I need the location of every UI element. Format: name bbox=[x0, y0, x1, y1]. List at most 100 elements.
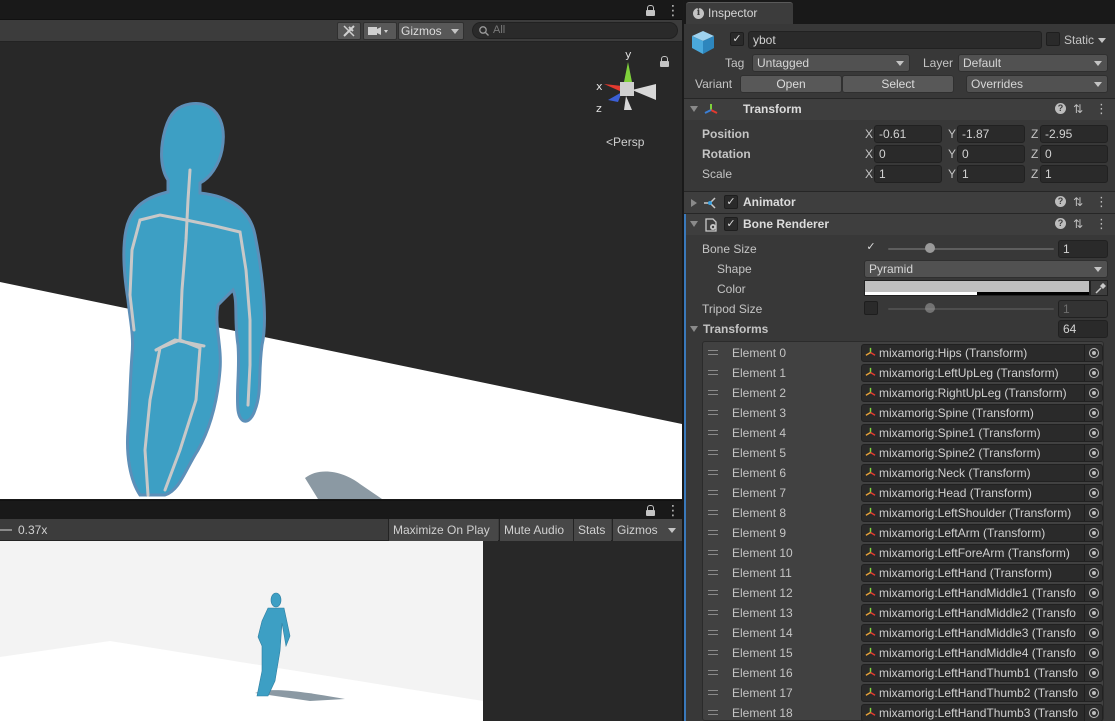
scene-canvas[interactable] bbox=[0, 42, 682, 499]
rotation-z-field[interactable]: 0 bbox=[1040, 145, 1108, 163]
scene-view[interactable]: Gizmos All bbox=[0, 0, 682, 499]
drag-handle-icon[interactable] bbox=[708, 410, 718, 415]
static-dropdown-caret[interactable] bbox=[1098, 38, 1106, 43]
object-picker-icon[interactable] bbox=[1084, 625, 1102, 641]
object-picker-icon[interactable] bbox=[1084, 585, 1102, 601]
object-field[interactable]: mixamorig:LeftUpLeg (Transform) bbox=[861, 364, 1103, 382]
drag-handle-icon[interactable] bbox=[708, 530, 718, 535]
list-item[interactable]: Element 10 mixamorig:LeftForeArm (Transfo… bbox=[703, 543, 1103, 563]
tripod-checkbox[interactable] bbox=[864, 301, 878, 315]
object-field[interactable]: mixamorig:Neck (Transform) bbox=[861, 464, 1103, 482]
position-y-field[interactable]: -1.87 bbox=[957, 125, 1025, 143]
drag-handle-icon[interactable] bbox=[708, 610, 718, 615]
object-field[interactable]: mixamorig:LeftForeArm (Transform) bbox=[861, 544, 1103, 562]
object-picker-icon[interactable] bbox=[1084, 445, 1102, 461]
overrides-dropdown[interactable]: Overrides bbox=[966, 75, 1108, 93]
tools-button[interactable] bbox=[337, 22, 361, 40]
list-item[interactable]: Element 18 mixamorig:LeftHandThumb3 (Tran… bbox=[703, 703, 1103, 721]
object-field[interactable]: mixamorig:LeftHandMiddle2 (Transfo bbox=[861, 604, 1103, 622]
object-name-field[interactable]: ybot bbox=[748, 31, 1042, 49]
position-z-axis[interactable]: Z bbox=[1031, 127, 1038, 141]
object-field[interactable]: mixamorig:LeftHandThumb3 (Transfo bbox=[861, 704, 1103, 721]
kebab-menu-icon[interactable]: ⋮ bbox=[1095, 101, 1108, 117]
game-view[interactable]: 0.37x Maximize On Play Mute Audio Stats … bbox=[0, 500, 682, 721]
object-field[interactable]: mixamorig:Head (Transform) bbox=[861, 484, 1103, 502]
object-field[interactable]: mixamorig:LeftArm (Transform) bbox=[861, 524, 1103, 542]
object-picker-icon[interactable] bbox=[1084, 605, 1102, 621]
drag-handle-icon[interactable] bbox=[708, 550, 718, 555]
object-field[interactable]: mixamorig:LeftHandMiddle1 (Transfo bbox=[861, 584, 1103, 602]
help-icon[interactable]: ? bbox=[1055, 103, 1066, 114]
list-item[interactable]: Element 15 mixamorig:LeftHandMiddle4 (Tra… bbox=[703, 643, 1103, 663]
object-picker-icon[interactable] bbox=[1084, 665, 1102, 681]
presets-icon[interactable]: ⇅ bbox=[1073, 195, 1083, 209]
gizmos-button[interactable]: Gizmos bbox=[398, 22, 464, 40]
list-item[interactable]: Element 2 mixamorig:RightUpLeg (Transform… bbox=[703, 383, 1103, 403]
foldout-closed-icon[interactable] bbox=[691, 199, 697, 207]
maximize-on-play-button[interactable]: Maximize On Play bbox=[388, 519, 498, 541]
lock-icon[interactable] bbox=[646, 5, 655, 16]
object-picker-icon[interactable] bbox=[1084, 345, 1102, 361]
object-picker-icon[interactable] bbox=[1084, 685, 1102, 701]
select-prefab-button[interactable]: Select bbox=[842, 75, 954, 93]
rotation-x-axis[interactable]: X bbox=[865, 147, 873, 161]
list-item[interactable]: Element 0 mixamorig:Hips (Transform) bbox=[703, 343, 1103, 363]
tripod-size-slider[interactable] bbox=[888, 308, 1054, 310]
bone-size-slider-knob[interactable] bbox=[924, 243, 935, 253]
eyedropper-button[interactable] bbox=[1090, 280, 1108, 296]
drag-handle-icon[interactable] bbox=[708, 470, 718, 475]
drag-handle-icon[interactable] bbox=[708, 710, 718, 715]
scale-y-field[interactable]: 1 bbox=[957, 165, 1025, 183]
rotation-z-axis[interactable]: Z bbox=[1031, 147, 1038, 161]
gizmo-lock-icon[interactable] bbox=[660, 56, 669, 67]
help-icon[interactable]: ? bbox=[1055, 218, 1066, 229]
transforms-label[interactable]: Transforms bbox=[703, 322, 768, 336]
object-picker-icon[interactable] bbox=[1084, 645, 1102, 661]
animator-enabled-checkbox[interactable]: ✓ bbox=[724, 195, 738, 209]
tripod-size-field[interactable]: 1 bbox=[1058, 300, 1108, 318]
position-x-axis[interactable]: X bbox=[865, 127, 873, 141]
layer-dropdown[interactable]: Default bbox=[958, 54, 1108, 72]
rotation-y-axis[interactable]: Y bbox=[948, 147, 956, 161]
drag-handle-icon[interactable] bbox=[708, 630, 718, 635]
presets-icon[interactable]: ⇅ bbox=[1073, 102, 1083, 116]
list-item[interactable]: Element 6 mixamorig:Neck (Transform) bbox=[703, 463, 1103, 483]
presets-icon[interactable]: ⇅ bbox=[1073, 217, 1083, 231]
drag-handle-icon[interactable] bbox=[708, 590, 718, 595]
drag-handle-icon[interactable] bbox=[708, 650, 718, 655]
list-item[interactable]: Element 11 mixamorig:LeftHand (Transform) bbox=[703, 563, 1103, 583]
drag-handle-icon[interactable] bbox=[708, 390, 718, 395]
object-picker-icon[interactable] bbox=[1084, 525, 1102, 541]
drag-handle-icon[interactable] bbox=[708, 510, 718, 515]
camera-button[interactable] bbox=[363, 22, 397, 40]
list-item[interactable]: Element 16 mixamorig:LeftHandThumb1 (Tran… bbox=[703, 663, 1103, 683]
kebab-menu-icon[interactable]: ⋮ bbox=[1095, 194, 1108, 210]
drag-handle-icon[interactable] bbox=[708, 370, 718, 375]
object-active-checkbox[interactable]: ✓ bbox=[730, 32, 744, 46]
stats-button[interactable]: Stats bbox=[573, 519, 611, 541]
game-canvas[interactable] bbox=[0, 541, 483, 721]
mute-audio-button[interactable]: Mute Audio bbox=[499, 519, 573, 541]
list-item[interactable]: Element 1 mixamorig:LeftUpLeg (Transform) bbox=[703, 363, 1103, 383]
animator-header[interactable]: ✓ Animator ? ⇅ ⋮ bbox=[684, 191, 1115, 213]
object-field[interactable]: mixamorig:RightUpLeg (Transform) bbox=[861, 384, 1103, 402]
object-picker-icon[interactable] bbox=[1084, 365, 1102, 381]
transforms-foldout-icon[interactable] bbox=[690, 326, 698, 332]
list-item[interactable]: Element 13 mixamorig:LeftHandMiddle2 (Tra… bbox=[703, 603, 1103, 623]
object-field[interactable]: mixamorig:LeftHand (Transform) bbox=[861, 564, 1103, 582]
object-picker-icon[interactable] bbox=[1084, 425, 1102, 441]
orientation-gizmo[interactable]: y x z bbox=[592, 48, 662, 124]
object-field[interactable]: mixamorig:Hips (Transform) bbox=[861, 344, 1103, 362]
bone-size-checkbox[interactable]: ✓ bbox=[864, 241, 878, 255]
bone-renderer-enabled-checkbox[interactable]: ✓ bbox=[724, 217, 738, 231]
list-item[interactable]: Element 8 mixamorig:LeftShoulder (Transfo… bbox=[703, 503, 1103, 523]
position-z-field[interactable]: -2.95 bbox=[1040, 125, 1108, 143]
object-field[interactable]: mixamorig:LeftHandThumb1 (Transfo bbox=[861, 664, 1103, 682]
foldout-open-icon[interactable] bbox=[690, 106, 698, 112]
color-swatch[interactable] bbox=[864, 280, 1090, 296]
kebab-menu-icon[interactable] bbox=[666, 502, 680, 518]
foldout-open-icon[interactable] bbox=[690, 221, 698, 227]
kebab-menu-icon[interactable] bbox=[666, 2, 680, 18]
rotation-y-field[interactable]: 0 bbox=[957, 145, 1025, 163]
object-picker-icon[interactable] bbox=[1084, 565, 1102, 581]
